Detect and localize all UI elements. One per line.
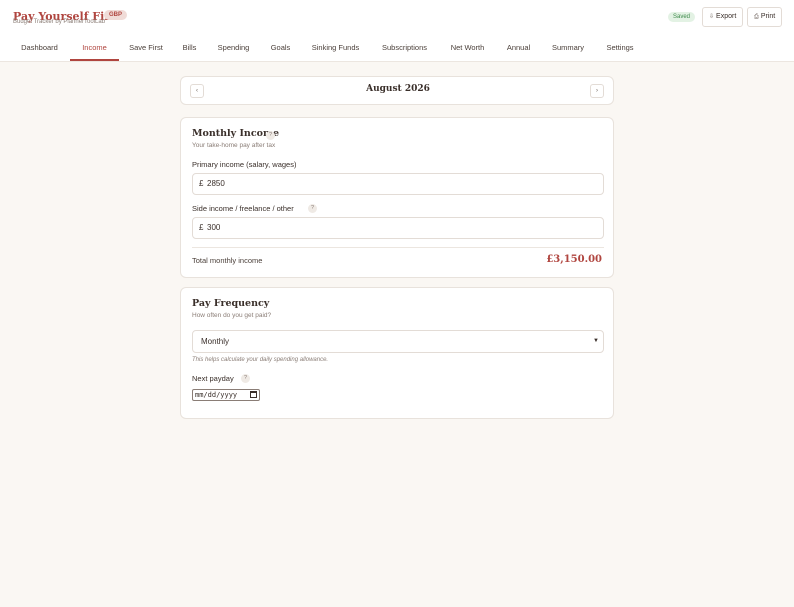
print-button[interactable]: ⎙ Print [747,7,783,27]
printer-icon: ⎙ [754,14,759,20]
frequency-hint: This helps calculate your daily spending… [192,357,329,363]
total-income-label: Total monthly income [192,256,263,265]
main-nav: Dashboard Income Save First Bills Spendi… [0,35,794,62]
save-status-badge: Saved [668,12,696,22]
tab-goals[interactable]: Goals [264,35,297,61]
primary-income-input[interactable]: £ 2850 [192,173,604,195]
tab-sinking-funds[interactable]: Sinking Funds [305,35,366,61]
download-icon: ⇩ [709,14,715,20]
tab-income[interactable]: Income [70,35,119,61]
currency-symbol: £ [199,223,204,232]
income-card-subtitle: Your take-home pay after tax [192,142,276,149]
frequency-card-title: Pay Frequency [192,298,270,309]
tab-subscriptions[interactable]: Subscriptions [373,35,436,61]
next-month-button[interactable]: › [590,84,604,98]
tab-dashboard[interactable]: Dashboard [13,35,66,61]
next-payday-help-icon[interactable]: ? [241,374,250,383]
monthly-income-card: Monthly Income ? Your take-home pay afte… [180,117,614,278]
income-divider [192,247,604,248]
primary-income-label: Primary income (salary, wages) [192,160,297,169]
currency-symbol: £ [199,179,204,188]
tab-summary[interactable]: Summary [544,35,592,61]
total-income-value: £3,150.00 [546,254,602,265]
tab-net-worth[interactable]: Net Worth [443,35,492,61]
next-payday-value: mm/dd/yyyy [195,391,238,399]
tab-settings[interactable]: Settings [599,35,641,61]
export-button[interactable]: ⇩ Export [702,7,744,27]
tab-save-first[interactable]: Save First [123,35,169,61]
pay-frequency-select[interactable]: Monthly ▼ [192,330,604,353]
chevron-down-icon: ▼ [593,338,599,344]
app-header: Pay Yourself First GBP Budget Tracker by… [0,0,794,35]
currency-badge: GBP [104,10,128,20]
month-selector: ‹ August 2026 › [180,76,614,105]
print-label: Print [760,13,776,20]
side-income-value: 300 [207,223,221,232]
tab-annual[interactable]: Annual [500,35,537,61]
side-income-label: Side income / freelance / other [192,204,294,213]
frequency-card-subtitle: How often do you get paid? [192,312,272,319]
next-payday-input[interactable]: mm/dd/yyyy [192,389,260,401]
income-help-icon[interactable]: ? [266,131,275,140]
tab-bills[interactable]: Bills [176,35,203,61]
pay-frequency-value: Monthly [201,337,230,346]
primary-income-value: 2850 [207,179,225,188]
export-label: Export [716,13,737,20]
calendar-icon[interactable] [250,391,257,398]
tab-spending[interactable]: Spending [210,35,257,61]
pay-frequency-card: Pay Frequency How often do you get paid?… [180,287,614,419]
month-label: August 2026 [366,84,430,94]
app-subtitle: Budget Tracker by PlannerToolLab [13,19,106,25]
next-payday-label: Next payday [192,374,234,383]
side-income-help-icon[interactable]: ? [308,204,317,213]
side-income-input[interactable]: £ 300 [192,217,604,239]
